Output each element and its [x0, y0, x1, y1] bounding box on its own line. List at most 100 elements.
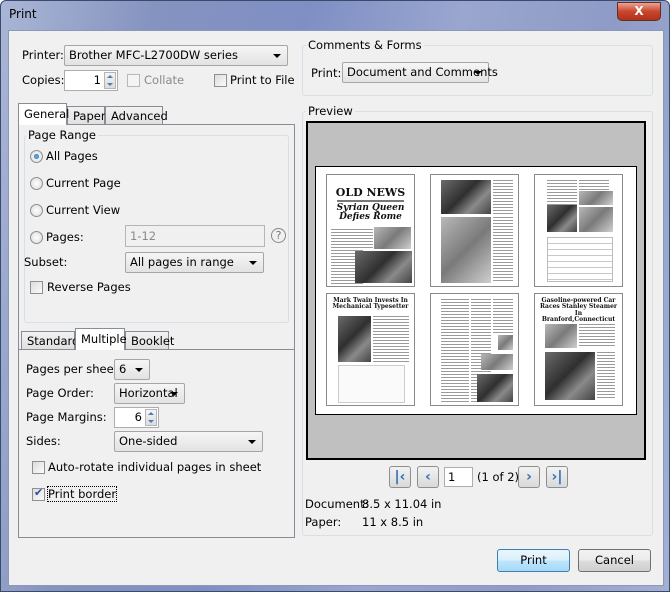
next-page-button[interactable]: ›: [518, 466, 540, 488]
window-title: Print: [9, 7, 37, 21]
spin-arrows-icon[interactable]: [145, 409, 157, 426]
previous-page-button[interactable]: ‹: [417, 466, 439, 488]
page-order-value: Horizontal: [119, 386, 178, 400]
page-order-select[interactable]: Horizontal: [114, 383, 185, 404]
page-of-label: (1 of 2): [477, 470, 520, 484]
general-tab-panel: Page Range All Pages Current Page Curren…: [18, 124, 295, 538]
printer-select[interactable]: Brother MFC-L2700DW series: [64, 45, 288, 66]
print-border-checkbox[interactable]: [32, 486, 45, 501]
tab-standard[interactable]: Standard: [21, 331, 79, 349]
current-view-radio[interactable]: [30, 204, 43, 217]
tab-multiple[interactable]: Multiple: [75, 328, 127, 350]
tab-booklet-label: Booklet: [131, 334, 175, 348]
all-pages-label: All Pages: [46, 149, 98, 163]
auto-rotate-checkbox[interactable]: [32, 461, 45, 474]
pages-radio[interactable]: [30, 231, 43, 244]
current-page-label: Current Page: [46, 176, 121, 190]
photo: [498, 335, 513, 350]
tab-paper-label: Paper: [73, 109, 106, 123]
sides-select[interactable]: One-sided: [114, 431, 263, 452]
page-headline: Mark Twain Invests In Mechanical Typeset…: [332, 297, 409, 311]
comments-print-select[interactable]: Document and Comments: [342, 62, 498, 83]
chevron-down-icon: [249, 261, 257, 265]
preview-page-3: [534, 174, 623, 287]
subset-label: Subset:: [24, 255, 68, 269]
copies-stepper[interactable]: 1: [64, 70, 118, 91]
first-page-button[interactable]: |‹: [389, 466, 411, 488]
copies-label: Copies:: [22, 73, 65, 87]
page-margins-value: 6: [134, 410, 142, 424]
copies-value: 1: [93, 73, 101, 87]
preview-page-4: Mark Twain Invests In Mechanical Typeset…: [326, 293, 415, 406]
page-range-title: Page Range: [26, 128, 98, 142]
photo: [477, 374, 513, 402]
document-size-value: 8.5 x 11.04 in: [362, 497, 442, 511]
spin-arrows-icon[interactable]: [104, 72, 116, 89]
dialog-client-area: Printer: Brother MFC-L2700DW series Copi…: [8, 30, 664, 586]
page-margins-stepper[interactable]: 6: [114, 407, 159, 428]
preview-title: Preview: [306, 104, 355, 118]
printer-value: Brother MFC-L2700DW series: [69, 48, 238, 62]
reverse-pages-checkbox[interactable]: [30, 281, 43, 294]
chevron-down-icon: [273, 54, 281, 58]
text-block: [493, 299, 513, 334]
chevron-down-icon: [170, 392, 178, 396]
sides-value: One-sided: [119, 434, 178, 448]
print-button[interactable]: Print: [497, 549, 570, 572]
tab-paper[interactable]: Paper: [67, 106, 106, 124]
subset-select[interactable]: All pages in range: [125, 252, 264, 273]
photo: [579, 191, 613, 205]
multiple-tab-panel: Pages per sheet: 6 Page Order: Horizonta…: [19, 349, 294, 537]
page-headline: OLD NEWS: [335, 186, 406, 199]
document-size-label: Document:: [305, 497, 369, 511]
tab-general[interactable]: General: [18, 103, 70, 125]
pages-range-input[interactable]: 1-12: [125, 225, 265, 247]
tab-advanced-label: Advanced: [111, 109, 168, 123]
text-block: [493, 180, 513, 214]
pages-per-sheet-select[interactable]: 6: [114, 359, 150, 380]
printer-label: Printer:: [22, 48, 64, 62]
rule: [337, 200, 404, 202]
preview-page-1: OLD NEWS Syrian Queen Defies Rome: [326, 174, 415, 287]
text-block: [597, 352, 615, 400]
tab-advanced[interactable]: Advanced: [105, 106, 168, 124]
print-border-label: Print border: [46, 486, 118, 502]
pages-per-sheet-label: Pages per sheet:: [26, 362, 123, 376]
tab-booklet[interactable]: Booklet: [125, 331, 174, 349]
preview-page-5: [430, 293, 519, 406]
previous-page-icon: ‹: [425, 469, 431, 485]
all-pages-radio[interactable]: [30, 150, 43, 163]
text-block: [363, 229, 373, 249]
collate-label: Collate: [144, 73, 185, 87]
photo: [441, 217, 491, 283]
chevron-down-icon: [248, 440, 256, 444]
tab-general-label: General: [24, 107, 70, 121]
cancel-button[interactable]: Cancel: [578, 549, 651, 572]
paper-size-label: Paper:: [305, 515, 342, 529]
last-page-button[interactable]: ›|: [546, 466, 568, 488]
next-page-icon: ›: [526, 469, 532, 485]
comments-print-label: Print:: [311, 66, 342, 80]
auto-rotate-label: Auto-rotate individual pages in sheet: [48, 460, 262, 474]
print-dialog-window: Print X Printer: Brother MFC-L2700DW ser…: [0, 0, 670, 592]
photo: [338, 316, 371, 362]
preview-canvas: OLD NEWS Syrian Queen Defies Rome Mark T…: [306, 121, 646, 460]
text-block: [579, 180, 609, 190]
first-page-icon: |‹: [394, 469, 406, 485]
form-block: [547, 237, 613, 282]
print-to-file-checkbox[interactable]: [214, 74, 227, 87]
subset-value: All pages in range: [130, 255, 234, 269]
close-button[interactable]: X: [617, 2, 661, 21]
current-page-radio[interactable]: [30, 177, 43, 190]
tab-multiple-label: Multiple: [81, 332, 127, 346]
page-order-label: Page Order:: [26, 386, 94, 400]
photo: [579, 207, 613, 232]
text-block: [441, 299, 469, 402]
help-icon[interactable]: ?: [271, 228, 286, 243]
page-number-input[interactable]: 1: [444, 467, 473, 487]
page-margins-label: Page Margins:: [26, 410, 107, 424]
page-number-value: 1: [448, 470, 456, 484]
close-icon: X: [634, 4, 644, 18]
photo: [441, 180, 491, 214]
collate-checkbox[interactable]: [127, 74, 140, 87]
